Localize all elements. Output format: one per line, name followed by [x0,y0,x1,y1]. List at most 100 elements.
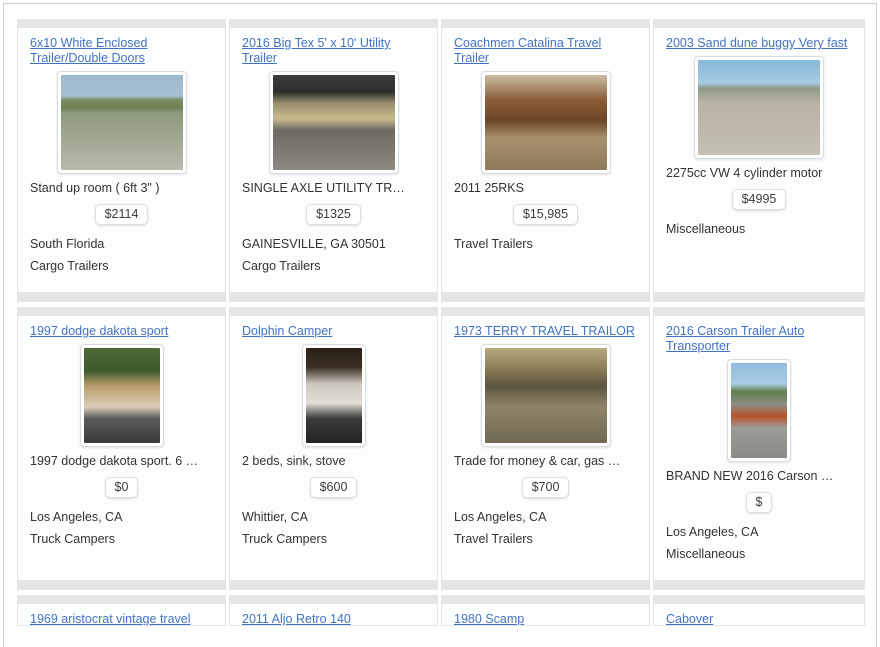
listing-thumbnail-wrap [454,343,637,447]
price-badge: $700 [521,477,570,498]
listing-card[interactable]: 2011 Aljo Retro 140 [229,595,438,626]
listing-description: 2275cc VW 4 cylinder motor [666,166,823,180]
price-badge: $4995 [731,189,787,210]
listing-photo[interactable] [272,75,395,170]
listing-thumbnail-frame[interactable] [480,71,611,174]
listing-thumbnail-wrap [666,55,852,159]
listing-description: Trade for money & car, gas … [454,454,621,468]
card-top-bar [442,19,649,28]
listing-category: Miscellaneous [666,547,746,561]
listing-thumbnail-frame[interactable] [694,56,824,159]
listing-title-link[interactable]: 1997 dodge dakota sport [30,324,213,339]
price-row: $600 [242,477,425,498]
listing-card[interactable]: 1973 TERRY TRAVEL TRAILOR Trade for money… [441,307,650,590]
listing-card[interactable]: Coachmen Catalina Travel Trailer 2011 25R… [441,19,650,302]
card-body: 2003 Sand dune buggy Very fast 2275cc VW … [654,28,864,292]
listing-location: South Florida [30,237,105,251]
listing-cell: 2016 Big Tex 5' x 10' Utility Trailer SIN… [229,19,441,302]
listing-thumbnail-frame[interactable] [56,71,187,174]
card-body: 2016 Carson Trailer Auto Transporter BRAN… [654,316,864,580]
listing-description: SINGLE AXLE UTILITY TR… [242,181,405,195]
listing-photo[interactable] [731,363,787,458]
listing-location: GAINESVILLE, GA 30501 [242,237,386,251]
price-row: $1325 [242,204,425,225]
listing-location: Los Angeles, CA [666,525,759,539]
listing-cell: Cabover [653,595,865,626]
price-row: $15,985 [454,204,637,225]
listing-cell: 1997 dodge dakota sport 1997 dodge dakota… [17,307,229,590]
price-row: $4995 [666,189,852,210]
listing-cell: 1969 aristocrat vintage travel [17,595,229,626]
listing-photo[interactable] [60,75,183,170]
listing-cell: 2011 Aljo Retro 140 [229,595,441,626]
listing-thumbnail-frame[interactable] [480,344,611,447]
card-bottom-bar [18,580,225,589]
listing-photo[interactable] [698,60,820,155]
listing-photo[interactable] [305,348,362,443]
listing-card[interactable]: 6x10 White Enclosed Trailer/Double Doors… [17,19,226,302]
listing-photo[interactable] [83,348,160,443]
listing-card[interactable]: Cabover [653,595,865,626]
listing-title-link[interactable]: 1980 Scamp [454,612,637,625]
listing-cell: 1980 Scamp [441,595,653,626]
listing-title-link[interactable]: 2003 Sand dune buggy Very fast [666,36,852,51]
listing-description: Stand up room ( 6ft 3" ) [30,181,160,195]
price-badge: $0 [104,477,139,498]
listing-card[interactable]: 1980 Scamp [441,595,650,626]
price-badge: $600 [309,477,358,498]
listing-card[interactable]: 2016 Big Tex 5' x 10' Utility Trailer SIN… [229,19,438,302]
card-body: 1980 Scamp [442,604,649,625]
listing-title-link[interactable]: 2011 Aljo Retro 140 [242,612,425,625]
listing-thumbnail-wrap [454,70,637,174]
listing-thumbnail-frame[interactable] [268,71,399,174]
card-bottom-bar [442,292,649,301]
listing-thumbnail-wrap [30,343,213,447]
listing-title-link[interactable]: 6x10 White Enclosed Trailer/Double Doors [30,36,213,66]
card-bottom-bar [230,580,437,589]
listing-location: Los Angeles, CA [454,510,547,524]
listing-cell: 1973 TERRY TRAVEL TRAILOR Trade for money… [441,307,653,590]
card-bottom-bar [654,292,864,301]
listing-card[interactable]: 2003 Sand dune buggy Very fast 2275cc VW … [653,19,865,302]
listing-card[interactable]: 1969 aristocrat vintage travel [17,595,226,626]
card-bottom-bar [230,292,437,301]
listing-description: 2011 25RKS [454,181,524,195]
price-badge: $1325 [306,204,361,225]
card-top-bar [18,307,225,316]
listing-thumbnail-wrap [242,70,425,174]
listing-thumbnail-frame[interactable] [79,344,164,447]
listing-category: Travel Trailers [454,237,533,251]
card-body: 1973 TERRY TRAVEL TRAILOR Trade for money… [442,316,649,580]
card-bottom-bar [442,580,649,589]
listing-title-link[interactable]: 2016 Carson Trailer Auto Transporter [666,324,852,354]
listing-cell: Dolphin Camper 2 beds, sink, stove $600 Whi… [229,307,441,590]
listing-card[interactable]: Dolphin Camper 2 beds, sink, stove $600 Whi… [229,307,438,590]
listing-card[interactable]: 2016 Carson Trailer Auto Transporter BRAN… [653,307,865,590]
listing-location: Los Angeles, CA [30,510,123,524]
listing-card[interactable]: 1997 dodge dakota sport 1997 dodge dakota… [17,307,226,590]
card-bottom-bar [654,580,864,589]
price-row: $0 [30,477,213,498]
listing-title-link[interactable]: Coachmen Catalina Travel Trailer [454,36,637,66]
listing-description: BRAND NEW 2016 Carson … [666,469,834,483]
listing-category: Cargo Trailers [30,259,109,273]
card-top-bar [442,307,649,316]
listing-photo[interactable] [484,348,607,443]
card-top-bar [230,19,437,28]
listing-title-link[interactable]: 1973 TERRY TRAVEL TRAILOR [454,324,637,339]
listing-title-link[interactable]: 1969 aristocrat vintage travel [30,612,213,625]
card-body: 6x10 White Enclosed Trailer/Double Doors… [18,28,225,292]
card-body: Dolphin Camper 2 beds, sink, stove $600 Whi… [230,316,437,580]
listing-thumbnail-frame[interactable] [727,359,791,462]
listing-title-link[interactable]: 2016 Big Tex 5' x 10' Utility Trailer [242,36,425,66]
card-top-bar [18,19,225,28]
listing-title-link[interactable]: Dolphin Camper [242,324,425,339]
card-top-bar [230,307,437,316]
listing-thumbnail-frame[interactable] [301,344,366,447]
card-top-bar [654,595,864,604]
listing-thumbnail-wrap [666,358,852,462]
listing-photo[interactable] [484,75,607,170]
listing-grid: 6x10 White Enclosed Trailer/Double Doors… [17,19,865,626]
price-badge: $15,985 [512,204,579,225]
listing-title-link[interactable]: Cabover [666,612,852,625]
